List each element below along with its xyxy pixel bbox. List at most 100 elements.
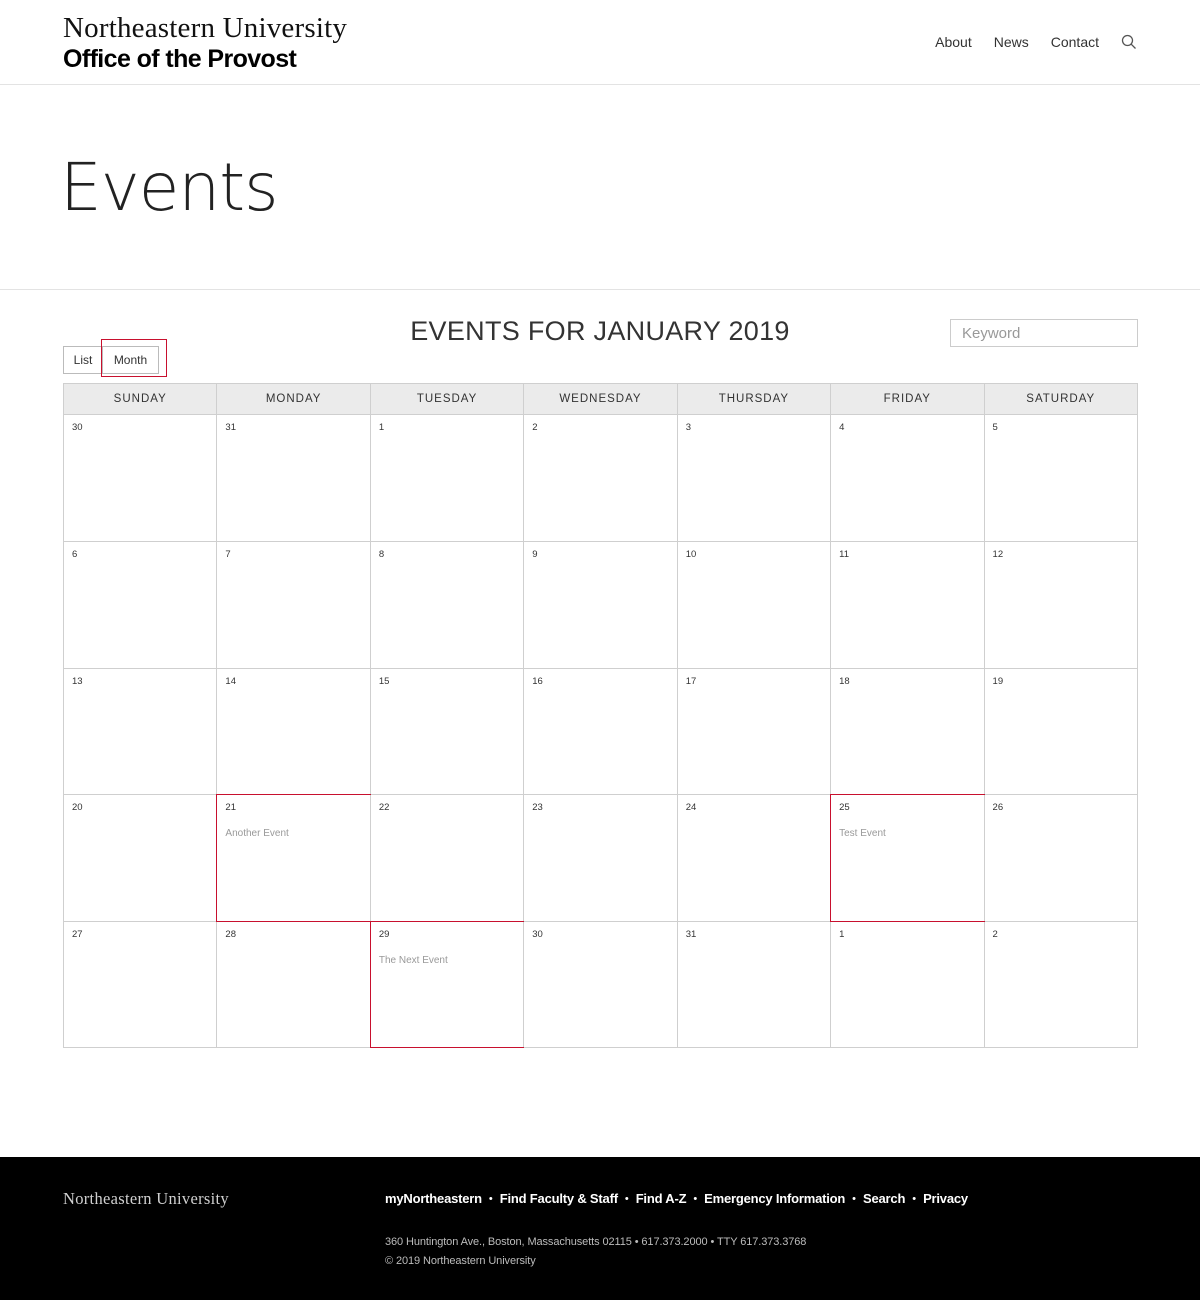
day-number: 20 bbox=[72, 802, 83, 814]
calendar-day-cell[interactable]: 6 bbox=[64, 542, 216, 667]
day-number: 2 bbox=[532, 422, 538, 433]
day-number: 18 bbox=[839, 675, 850, 687]
event-link[interactable]: Another Event bbox=[225, 828, 361, 839]
calendar-day-cell[interactable]: 13 bbox=[64, 669, 216, 794]
calendar-weekday-header: SUNDAY MONDAY TUESDAY WEDNESDAY THURSDAY… bbox=[64, 384, 1137, 415]
footer-link-mynortheastern[interactable]: myNortheastern bbox=[385, 1191, 482, 1206]
calendar-day-cell[interactable]: 30 bbox=[64, 415, 216, 541]
footer-separator: • bbox=[852, 1192, 857, 1205]
calendar-day-cell[interactable]: 19 bbox=[983, 668, 1137, 795]
event-highlight-outline bbox=[830, 794, 985, 922]
footer-link-search[interactable]: Search bbox=[863, 1191, 905, 1206]
main-nav: About News Contact bbox=[913, 34, 1137, 50]
weekday-thursday: THURSDAY bbox=[676, 384, 830, 414]
day-number: 19 bbox=[992, 675, 1004, 687]
search-icon[interactable] bbox=[1121, 34, 1137, 50]
calendar-day-cell[interactable]: 23 bbox=[523, 795, 676, 921]
calendar-day-cell[interactable]: 18 bbox=[830, 668, 983, 795]
footer-address: 360 Huntington Ave., Boston, Massachuset… bbox=[385, 1236, 807, 1248]
footer-link-emergency-information[interactable]: Emergency Information bbox=[704, 1191, 845, 1206]
day-number: 2 bbox=[992, 928, 998, 940]
day-number: 1 bbox=[378, 422, 385, 433]
footer-separator: • bbox=[912, 1192, 917, 1205]
calendar-body: 30 31 1 2 3 4 5 6 7 8 9 10 11 12 13 14 15 16 17 18 19 20 21 Ano… bbox=[64, 415, 1137, 1048]
footer-separator: • bbox=[693, 1192, 698, 1205]
calendar-day-cell[interactable]: 22 bbox=[369, 795, 523, 921]
calendar-day-cell[interactable]: 26 bbox=[983, 795, 1137, 921]
calendar-day-cell[interactable]: 4 bbox=[830, 415, 983, 542]
calendar-day-cell[interactable]: 14 bbox=[216, 668, 369, 795]
calendar-day-cell[interactable]: 8 bbox=[369, 542, 523, 668]
nav-link-about[interactable]: About bbox=[935, 34, 972, 50]
month-calendar: SUNDAY MONDAY TUESDAY WEDNESDAY THURSDAY… bbox=[63, 383, 1138, 1048]
calendar-day-cell[interactable]: 29 The Next Event bbox=[369, 920, 525, 1048]
page-title: Events bbox=[60, 149, 278, 226]
event-link[interactable]: Test Event bbox=[839, 828, 975, 839]
event-highlight-outline bbox=[216, 794, 371, 922]
footer-link-privacy[interactable]: Privacy bbox=[923, 1191, 968, 1206]
footer-separator: • bbox=[488, 1192, 493, 1205]
footer-link-find-a-z[interactable]: Find A-Z bbox=[636, 1191, 687, 1206]
day-number: 3 bbox=[685, 422, 691, 433]
weekday-tuesday: TUESDAY bbox=[369, 384, 523, 414]
nav-link-news[interactable]: News bbox=[994, 34, 1029, 50]
calendar-day-cell[interactable]: 2 bbox=[983, 921, 1137, 1047]
weekday-friday: FRIDAY bbox=[830, 384, 983, 414]
footer-link-find-faculty-staff[interactable]: Find Faculty & Staff bbox=[500, 1191, 618, 1206]
calendar-day-cell[interactable]: 11 bbox=[830, 542, 983, 668]
calendar-day-cell[interactable]: 25 Test Event bbox=[830, 794, 985, 922]
day-number: 28 bbox=[225, 928, 236, 940]
calendar-day-cell[interactable]: 27 bbox=[64, 922, 216, 1047]
weekday-sunday: SUNDAY bbox=[113, 393, 167, 405]
day-number: 30 bbox=[72, 422, 83, 433]
keyword-search-input[interactable] bbox=[950, 319, 1138, 347]
weekday-saturday: SATURDAY bbox=[983, 384, 1137, 414]
site-logo[interactable]: Northeastern University Office of the Pr… bbox=[63, 12, 347, 74]
event-link[interactable]: The Next Event bbox=[379, 955, 515, 966]
calendar-day-cell[interactable]: 24 bbox=[676, 795, 830, 921]
day-number: 1 bbox=[839, 928, 845, 940]
calendar-week-row: 27 28 29 The Next Event 30 31 1 2 bbox=[64, 920, 1137, 1048]
day-number: 11 bbox=[839, 549, 849, 561]
logo-university-name: Northeastern University bbox=[63, 12, 348, 44]
day-number: 22 bbox=[378, 802, 390, 814]
calendar-day-cell[interactable]: 1 bbox=[830, 921, 983, 1047]
calendar-day-cell[interactable]: 9 bbox=[523, 542, 676, 668]
day-number: 21 bbox=[225, 802, 236, 814]
calendar-day-cell[interactable]: 16 bbox=[523, 668, 676, 795]
day-number: 25 bbox=[839, 802, 850, 814]
day-number: 31 bbox=[685, 928, 697, 940]
calendar-day-cell[interactable]: 31 bbox=[216, 415, 369, 542]
calendar-day-cell[interactable]: 20 bbox=[64, 795, 216, 920]
day-number: 12 bbox=[992, 549, 1004, 561]
day-number: 29 bbox=[378, 928, 390, 940]
day-number: 31 bbox=[225, 422, 236, 433]
nav-link-contact[interactable]: Contact bbox=[1051, 34, 1099, 50]
weekday-wednesday: WEDNESDAY bbox=[523, 384, 676, 414]
footer-logo[interactable]: Northeastern University bbox=[63, 1189, 229, 1209]
day-number: 6 bbox=[72, 549, 78, 561]
calendar-day-cell[interactable]: 31 bbox=[676, 921, 830, 1047]
footer-separator: • bbox=[624, 1192, 629, 1205]
day-number: 9 bbox=[532, 549, 538, 561]
day-number: 23 bbox=[532, 802, 543, 814]
calendar-day-cell[interactable]: 17 bbox=[676, 668, 830, 795]
calendar-day-cell[interactable]: 21 Another Event bbox=[216, 794, 371, 922]
calendar-day-cell[interactable]: 15 bbox=[369, 668, 523, 795]
calendar-day-cell[interactable]: 1 bbox=[369, 415, 523, 542]
footer-copyright: © 2019 Northeastern University bbox=[385, 1255, 536, 1267]
calendar-day-cell[interactable]: 12 bbox=[983, 542, 1137, 668]
calendar-day-cell[interactable]: 3 bbox=[676, 415, 830, 542]
calendar-day-cell[interactable]: 28 bbox=[216, 921, 369, 1047]
calendar-day-cell[interactable]: 30 bbox=[523, 921, 676, 1047]
calendar-day-cell[interactable]: 5 bbox=[983, 415, 1137, 542]
day-number: 26 bbox=[992, 802, 1004, 814]
day-number: 15 bbox=[378, 675, 390, 687]
day-number: 13 bbox=[72, 675, 83, 687]
calendar-day-cell[interactable]: 10 bbox=[676, 542, 830, 668]
list-view-button[interactable]: List bbox=[63, 346, 103, 374]
month-view-button[interactable]: Month bbox=[103, 346, 159, 374]
calendar-day-cell[interactable]: 2 bbox=[523, 415, 676, 542]
calendar-day-cell[interactable]: 7 bbox=[216, 542, 369, 668]
weekday-monday: MONDAY bbox=[216, 384, 369, 414]
